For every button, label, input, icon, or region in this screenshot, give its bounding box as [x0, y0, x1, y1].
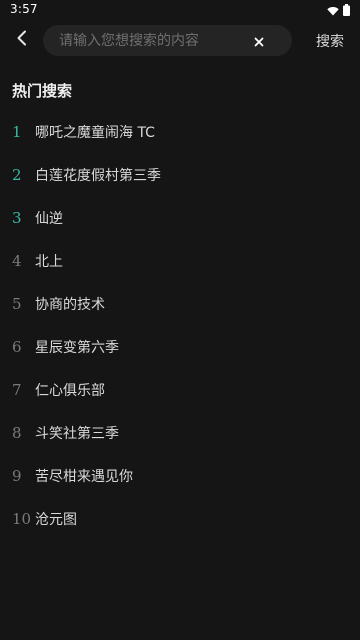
search-box — [43, 25, 292, 56]
hot-search-text: 哪吒之魔童闹海 TC — [35, 124, 155, 141]
hot-search-text: 星辰变第六季 — [35, 339, 119, 356]
hot-search-item[interactable]: 1 哪吒之魔童闹海 TC — [0, 110, 360, 153]
hot-search-text: 斗笑社第三季 — [35, 425, 119, 442]
rank-number: 4 — [12, 251, 22, 270]
hot-search-item[interactable]: 9 苦尽柑来遇见你 — [0, 454, 360, 497]
hot-search-item[interactable]: 4 北上 — [0, 239, 360, 282]
rank-number: 8 — [12, 423, 22, 442]
hot-search-text: 白莲花度假村第三季 — [35, 167, 161, 184]
status-bar: 3:57 — [0, 0, 360, 20]
hot-search-title: 热门搜索 — [12, 82, 73, 100]
hot-search-item[interactable]: 8 斗笑社第三季 — [0, 411, 360, 454]
rank-number: 7 — [12, 380, 22, 399]
hot-search-text: 沧元图 — [35, 511, 77, 528]
hot-search-item[interactable]: 6 星辰变第六季 — [0, 325, 360, 368]
clear-button[interactable] — [252, 34, 266, 48]
chevron-left-icon — [16, 30, 28, 50]
battery-icon — [343, 1, 350, 20]
top-bar: 搜索 — [0, 22, 360, 58]
rank-number: 2 — [12, 165, 22, 184]
hot-search-text: 苦尽柑来遇见你 — [35, 468, 133, 485]
hot-search-item[interactable]: 5 协商的技术 — [0, 282, 360, 325]
search-button[interactable]: 搜索 — [316, 31, 344, 51]
rank-number: 6 — [12, 337, 22, 356]
rank-number: 9 — [12, 466, 22, 485]
hot-search-item[interactable]: 10 沧元图 — [0, 497, 360, 540]
search-input[interactable] — [59, 25, 249, 56]
rank-number: 10 — [12, 509, 32, 528]
status-icons — [327, 3, 350, 17]
status-time: 3:57 — [10, 2, 38, 16]
hot-search-list: 1 哪吒之魔童闹海 TC 2 白莲花度假村第三季 3 仙逆 4 北上 5 协商的… — [0, 110, 360, 540]
hot-search-item[interactable]: 2 白莲花度假村第三季 — [0, 153, 360, 196]
back-button[interactable] — [8, 26, 36, 54]
hot-search-text: 仙逆 — [35, 210, 63, 227]
hot-search-item[interactable]: 3 仙逆 — [0, 196, 360, 239]
rank-number: 1 — [12, 122, 22, 141]
rank-number: 5 — [12, 294, 22, 313]
hot-search-text: 北上 — [35, 253, 63, 270]
hot-search-item[interactable]: 7 仁心俱乐部 — [0, 368, 360, 411]
rank-number: 3 — [12, 208, 22, 227]
hot-search-text: 协商的技术 — [35, 296, 105, 313]
wifi-icon — [327, 1, 339, 20]
close-icon — [254, 32, 264, 51]
hot-search-text: 仁心俱乐部 — [35, 382, 105, 399]
